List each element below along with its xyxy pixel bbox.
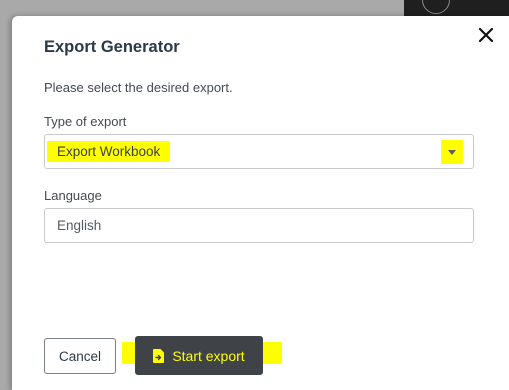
export-type-select[interactable]: Export Workbook — [44, 134, 474, 169]
file-export-icon — [153, 348, 165, 363]
export-type-dropdown-toggle[interactable] — [441, 140, 463, 164]
start-export-button[interactable]: Start export — [135, 336, 263, 375]
dialog-intro-text: Please select the desired export. — [44, 80, 233, 95]
close-icon — [479, 28, 493, 42]
language-value: English — [57, 218, 102, 233]
cancel-button[interactable]: Cancel — [44, 338, 116, 374]
background-overlay — [404, 0, 509, 16]
dialog-title: Export Generator — [44, 38, 180, 56]
close-button[interactable] — [475, 24, 497, 46]
start-export-label: Start export — [172, 347, 245, 364]
language-label: Language — [44, 188, 102, 203]
export-generator-dialog: Export Generator Please select the desir… — [12, 16, 509, 390]
export-type-selected-value: Export Workbook — [47, 141, 171, 162]
caret-down-icon — [448, 149, 456, 155]
export-type-label: Type of export — [44, 114, 127, 129]
language-field[interactable]: English — [44, 208, 474, 243]
